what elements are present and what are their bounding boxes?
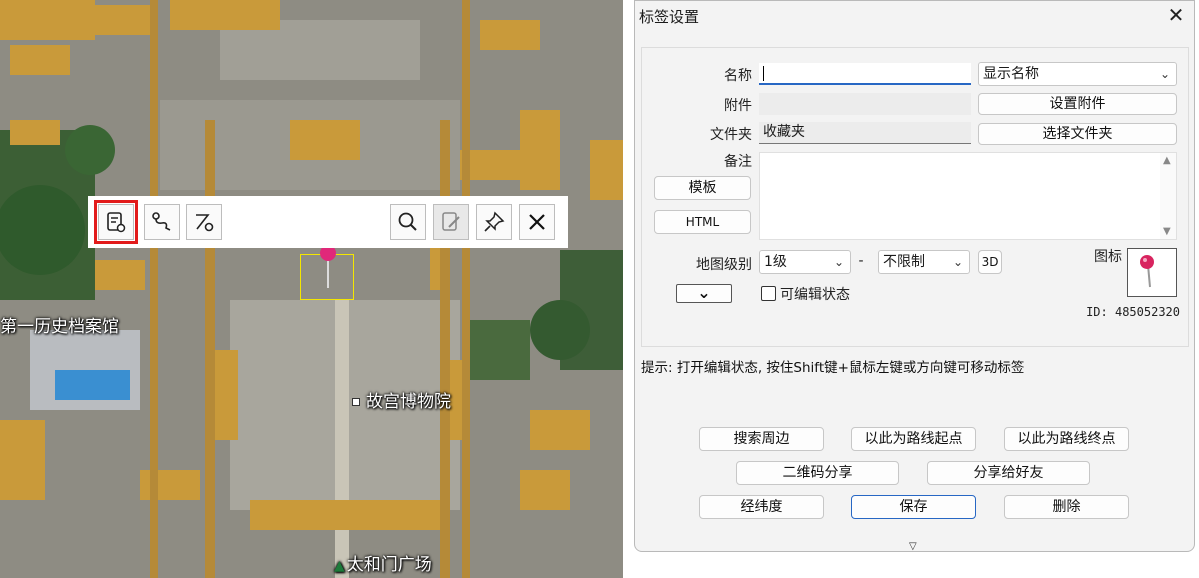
level-separator: - xyxy=(858,253,864,269)
route-point-button[interactable] xyxy=(186,204,222,240)
map-label-museum[interactable]: 故宫博物院 xyxy=(352,387,451,412)
qr-share-button[interactable]: 二维码分享 xyxy=(736,461,899,485)
search-icon xyxy=(398,212,417,231)
label-id: ID: 485052320 xyxy=(1086,305,1180,319)
chevron-down-icon: ⌄ xyxy=(952,255,963,269)
folder-field: 收藏夹 xyxy=(759,122,971,144)
collapse-chevron-icon[interactable]: ▽ xyxy=(909,541,917,552)
name-display-select[interactable]: 显示名称 ⌄ xyxy=(978,62,1177,86)
search-nearby-button[interactable]: 搜索周边 xyxy=(699,427,824,451)
close-icon xyxy=(529,214,545,230)
pin-button[interactable] xyxy=(476,204,512,240)
editable-checkbox[interactable] xyxy=(761,286,776,301)
chevron-down-icon: ⌄ xyxy=(1159,67,1170,81)
route-button[interactable] xyxy=(144,204,180,240)
name-label: 名称 xyxy=(724,68,752,84)
close-toolbar-button[interactable] xyxy=(519,204,555,240)
note-label: 备注 xyxy=(724,154,752,170)
route-end-button[interactable]: 以此为路线终点 xyxy=(1004,427,1129,451)
template-button[interactable]: 模板 xyxy=(654,176,751,200)
3d-button[interactable]: 3D xyxy=(978,250,1002,274)
pushpin-icon xyxy=(1140,255,1154,288)
map-label-plaza-text: 太和门广场 xyxy=(346,555,432,575)
tree-icon: ▲ xyxy=(334,558,345,574)
note-scrollbar[interactable]: ▲ ▼ xyxy=(1160,153,1176,239)
html-button[interactable]: HTML xyxy=(654,210,751,234)
label-toolbar xyxy=(88,196,568,248)
text-caret xyxy=(763,65,764,81)
map-level-label: 地图级别 xyxy=(696,257,752,273)
choose-folder-button[interactable]: 选择文件夹 xyxy=(978,123,1177,145)
scroll-down-icon[interactable]: ▼ xyxy=(1163,226,1171,237)
label-settings-icon xyxy=(107,212,126,233)
attachment-field xyxy=(759,93,971,115)
route-point-icon xyxy=(196,214,214,232)
note-textarea[interactable]: ▲ ▼ xyxy=(759,152,1177,240)
route-icon xyxy=(152,212,171,231)
dialog-close-icon[interactable]: ✕ xyxy=(1165,4,1187,26)
dialog-title: 标签设置 xyxy=(639,8,700,26)
map-label-museum-text: 故宫博物院 xyxy=(366,392,451,412)
icon-picker[interactable] xyxy=(1127,248,1177,297)
lat-lng-button[interactable]: 经纬度 xyxy=(699,495,824,519)
map-label-archive[interactable]: 第一历史档案馆 xyxy=(0,312,119,337)
name-input[interactable] xyxy=(759,63,971,85)
delete-button[interactable]: 删除 xyxy=(1004,495,1129,519)
chevron-down-icon: ⌄ xyxy=(833,255,844,269)
map-pin-icon[interactable] xyxy=(317,244,339,288)
route-start-button[interactable]: 以此为路线起点 xyxy=(851,427,976,451)
hint-text: 提示: 打开编辑状态, 按住Shift键+鼠标左键或方向键可移动标签 xyxy=(641,360,1025,376)
expand-button[interactable]: ⌄ xyxy=(676,284,732,303)
name-display-value: 显示名称 xyxy=(983,66,1039,82)
level-max-value: 不限制 xyxy=(883,254,925,270)
level-max-select[interactable]: 不限制 ⌄ xyxy=(878,250,970,274)
icon-label: 图标 xyxy=(1094,249,1122,265)
poi-dot-icon xyxy=(352,398,360,406)
satellite-map[interactable]: 第一历史档案馆 故宫博物院 ▲ 太和门广场 xyxy=(0,0,623,578)
pin-icon xyxy=(484,211,505,232)
save-button[interactable]: 保存 xyxy=(851,495,976,519)
search-button[interactable] xyxy=(390,204,426,240)
share-friend-button[interactable]: 分享给好友 xyxy=(927,461,1090,485)
attachment-label: 附件 xyxy=(724,98,752,114)
label-form-panel: 名称 显示名称 ⌄ 附件 设置附件 文件夹 收藏夹 选择文件夹 备注 ▲ ▼ 模… xyxy=(641,47,1189,347)
edit-icon xyxy=(442,212,460,231)
edit-button[interactable] xyxy=(433,204,469,240)
label-settings-dialog: 标签设置 ✕ 名称 显示名称 ⌄ 附件 设置附件 文件夹 收藏夹 选择文件夹 备… xyxy=(634,0,1195,552)
level-min-select[interactable]: 1级 ⌄ xyxy=(759,250,851,274)
map-label-plaza[interactable]: ▲ 太和门广场 xyxy=(334,550,432,575)
chevron-down-icon: ⌄ xyxy=(697,283,711,302)
editable-label[interactable]: 可编辑状态 xyxy=(780,284,850,304)
set-attachment-button[interactable]: 设置附件 xyxy=(978,93,1177,115)
folder-label: 文件夹 xyxy=(710,127,752,143)
level-min-value: 1级 xyxy=(764,254,787,270)
scroll-up-icon[interactable]: ▲ xyxy=(1163,155,1171,166)
label-settings-button[interactable] xyxy=(94,200,138,244)
